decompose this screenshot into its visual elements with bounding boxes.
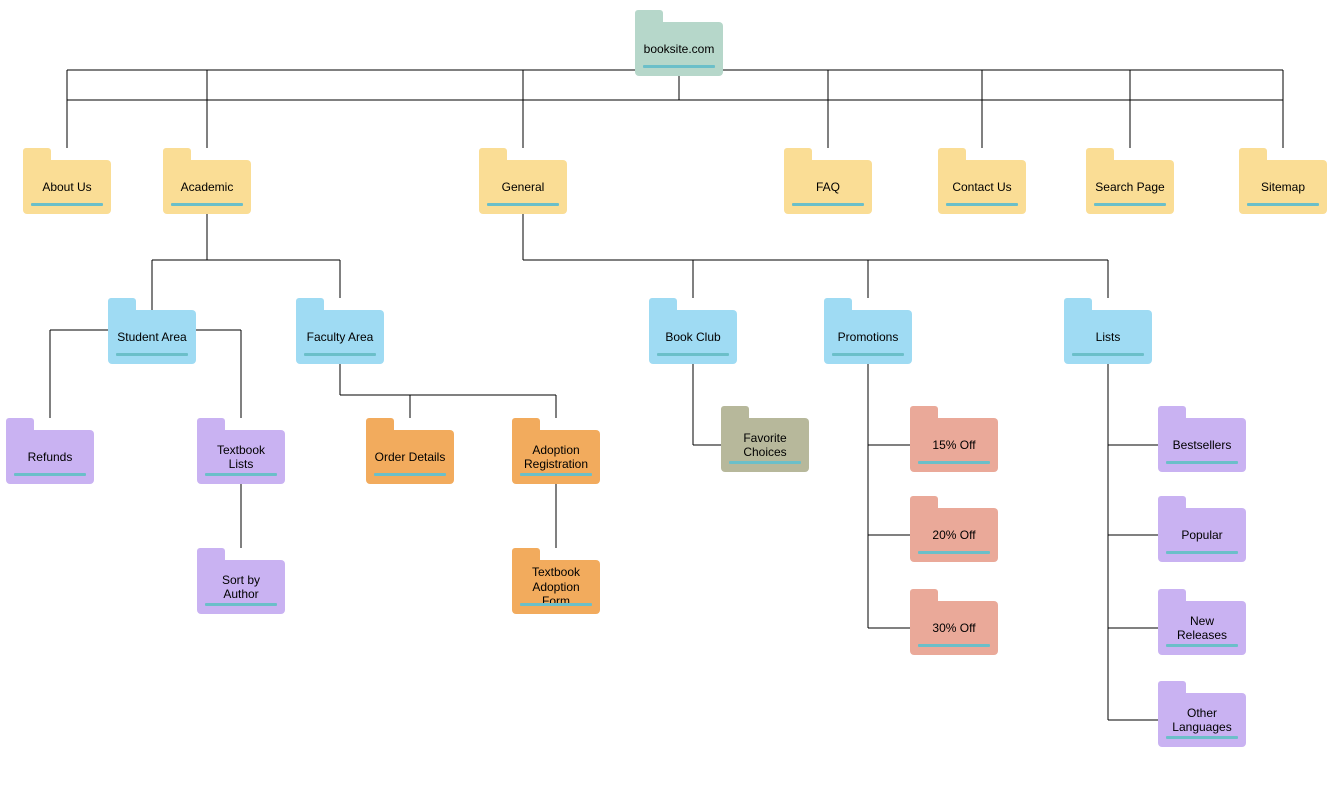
- label: Order Details: [375, 450, 446, 464]
- label: Sitemap: [1261, 180, 1305, 194]
- connectors: [0, 0, 1331, 794]
- node-refunds[interactable]: Refunds: [6, 430, 94, 484]
- connectors-main: [0, 0, 1331, 794]
- node-student-area[interactable]: Student Area: [108, 310, 196, 364]
- node-academic[interactable]: Academic: [163, 160, 251, 214]
- label: Favorite Choices: [727, 431, 803, 460]
- node-root[interactable]: booksite.com: [635, 22, 723, 76]
- label: Popular: [1181, 528, 1222, 542]
- node-adoption-registration[interactable]: Adoption Registration: [512, 430, 600, 484]
- node-order-details[interactable]: Order Details: [366, 430, 454, 484]
- label: Search Page: [1095, 180, 1164, 194]
- node-new-releases[interactable]: New Releases: [1158, 601, 1246, 655]
- node-general[interactable]: General: [479, 160, 567, 214]
- label: FAQ: [816, 180, 840, 194]
- label: Faculty Area: [307, 330, 374, 344]
- label: Bestsellers: [1173, 438, 1232, 452]
- node-faq[interactable]: FAQ: [784, 160, 872, 214]
- label: Textbook Lists: [203, 443, 279, 472]
- node-sort-by-author[interactable]: Sort by Author: [197, 560, 285, 614]
- label: Promotions: [838, 330, 899, 344]
- label: Lists: [1096, 330, 1121, 344]
- label: Book Club: [665, 330, 720, 344]
- node-promotions[interactable]: Promotions: [824, 310, 912, 364]
- node-book-club[interactable]: Book Club: [649, 310, 737, 364]
- label: Refunds: [28, 450, 73, 464]
- label: Adoption Registration: [518, 443, 594, 472]
- label: 30% Off: [932, 621, 975, 635]
- label: General: [502, 180, 545, 194]
- label: About Us: [42, 180, 91, 194]
- label: Student Area: [117, 330, 186, 344]
- node-lists[interactable]: Lists: [1064, 310, 1152, 364]
- node-popular[interactable]: Popular: [1158, 508, 1246, 562]
- node-other-languages[interactable]: Other Languages: [1158, 693, 1246, 747]
- label: 15% Off: [932, 438, 975, 452]
- node-15-off[interactable]: 15% Off: [910, 418, 998, 472]
- label: Contact Us: [952, 180, 1011, 194]
- label: 20% Off: [932, 528, 975, 542]
- label: New Releases: [1164, 614, 1240, 643]
- node-textbook-adoption-form[interactable]: Textbook Adoption Form: [512, 560, 600, 614]
- label-root: booksite.com: [644, 42, 715, 56]
- node-bestsellers[interactable]: Bestsellers: [1158, 418, 1246, 472]
- node-faculty-area[interactable]: Faculty Area: [296, 310, 384, 364]
- node-about-us[interactable]: About Us: [23, 160, 111, 214]
- node-favorite-choices[interactable]: Favorite Choices: [721, 418, 809, 472]
- label: Other Languages: [1164, 706, 1240, 735]
- node-sitemap[interactable]: Sitemap: [1239, 160, 1327, 214]
- label: Sort by Author: [203, 573, 279, 602]
- label: Academic: [181, 180, 234, 194]
- node-30-off[interactable]: 30% Off: [910, 601, 998, 655]
- node-contact-us[interactable]: Contact Us: [938, 160, 1026, 214]
- node-search-page[interactable]: Search Page: [1086, 160, 1174, 214]
- node-20-off[interactable]: 20% Off: [910, 508, 998, 562]
- node-textbook-lists[interactable]: Textbook Lists: [197, 430, 285, 484]
